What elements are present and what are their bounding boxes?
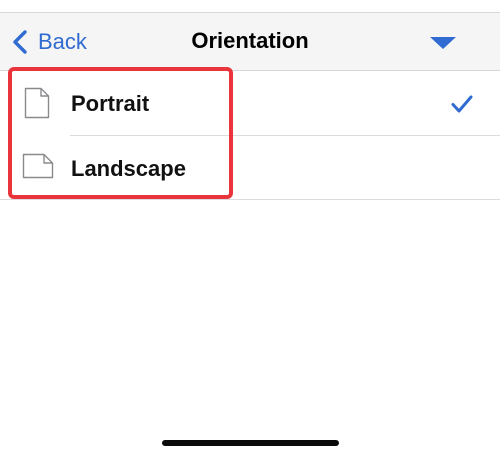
orientation-screen: Back Orientation Portrait Landscape (0, 0, 500, 459)
dropdown-button[interactable] (428, 33, 458, 53)
row-divider (70, 135, 500, 136)
status-strip (0, 0, 500, 12)
portrait-page-icon (24, 87, 50, 119)
home-indicator (162, 440, 339, 446)
option-landscape[interactable]: Landscape (0, 135, 500, 199)
navigation-bar: Back Orientation (0, 13, 500, 71)
triangle-down-icon (430, 37, 456, 49)
checkmark-icon (451, 95, 473, 113)
option-portrait[interactable]: Portrait (0, 71, 500, 135)
page-title: Orientation (191, 28, 309, 53)
option-label-landscape: Landscape (71, 156, 186, 181)
list-bottom-divider (0, 199, 500, 200)
landscape-page-icon (22, 153, 54, 179)
option-label-portrait: Portrait (71, 91, 150, 116)
